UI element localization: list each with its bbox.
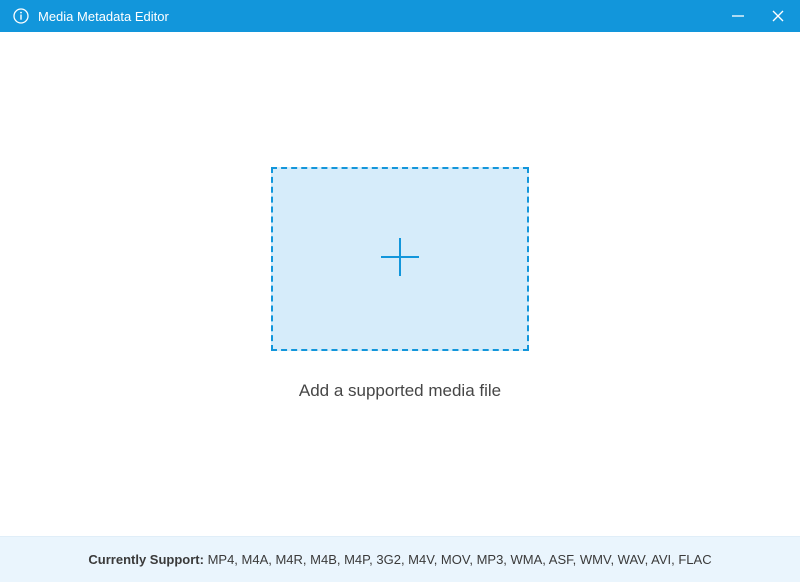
close-icon: [771, 9, 785, 23]
footer-formats: MP4, M4A, M4R, M4B, M4P, 3G2, M4V, MOV, …: [208, 552, 712, 567]
add-file-dropzone[interactable]: [271, 167, 529, 351]
dropzone-label: Add a supported media file: [299, 381, 501, 401]
plus-icon: [375, 232, 425, 287]
minimize-icon: [731, 9, 745, 23]
footer: Currently Support: MP4, M4A, M4R, M4B, M…: [0, 536, 800, 582]
minimize-button[interactable]: [724, 2, 752, 30]
main-content: Add a supported media file: [0, 32, 800, 536]
close-button[interactable]: [764, 2, 792, 30]
info-icon: [12, 7, 30, 25]
titlebar: Media Metadata Editor: [0, 0, 800, 32]
supported-formats-text: Currently Support: MP4, M4A, M4R, M4B, M…: [88, 552, 711, 567]
window-controls: [724, 2, 792, 30]
footer-label: Currently Support:: [88, 552, 207, 567]
window-title: Media Metadata Editor: [38, 9, 724, 24]
